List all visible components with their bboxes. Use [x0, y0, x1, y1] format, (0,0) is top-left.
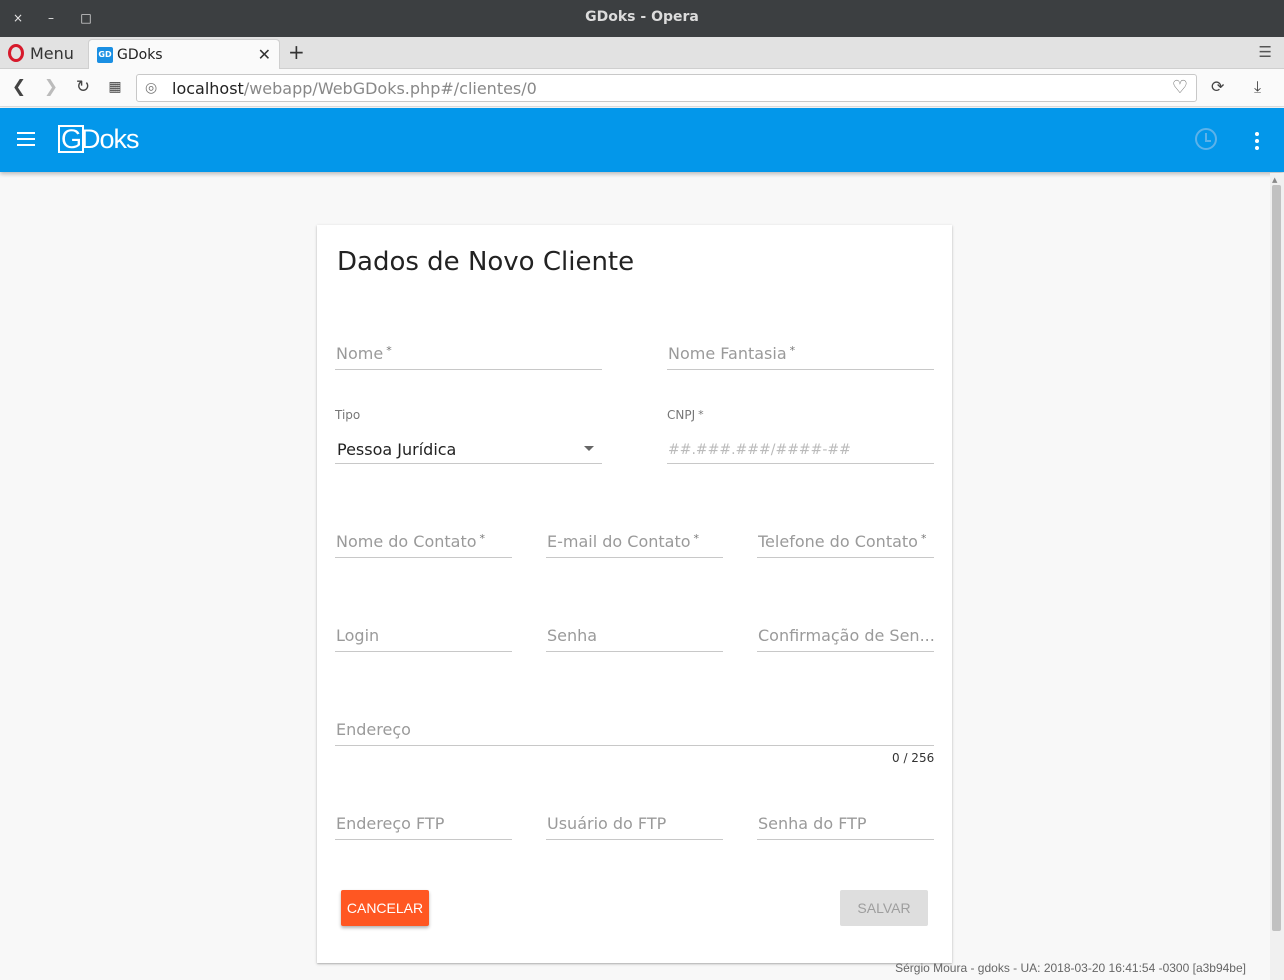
- gdoks-favicon-icon: GD: [97, 46, 113, 63]
- nome-placeholder: Nome: [336, 344, 384, 363]
- address-toolbar: ❮ ❯ ↻ ▦ ◎ localhost/webapp/WebGDoks.php#…: [0, 69, 1284, 107]
- client-form-card: Dados de Novo Cliente Nome * Nome Fantasi…: [317, 225, 952, 963]
- window-titlebar: × – □ GDoks - Opera: [0, 0, 1284, 37]
- senha-placeholder: Senha: [547, 626, 598, 645]
- bookmark-heart-icon[interactable]: ♡: [1172, 77, 1188, 98]
- required-mark: *: [386, 344, 392, 357]
- download-icon[interactable]: ⤓: [1254, 77, 1261, 97]
- dropdown-arrow-icon: [584, 446, 594, 451]
- scrollbar-thumb[interactable]: [1272, 185, 1281, 931]
- senha-field[interactable]: Senha: [546, 622, 723, 652]
- opera-menu-button[interactable]: Menu: [8, 42, 74, 64]
- opera-menu-label: Menu: [30, 43, 74, 63]
- browser-tab-gdoks[interactable]: GD GDoks ✕: [88, 39, 280, 69]
- cancel-button[interactable]: CANCELAR: [341, 890, 429, 926]
- save-button[interactable]: SALVAR: [840, 890, 928, 926]
- nome-fantasia-field[interactable]: Nome Fantasia *: [667, 340, 934, 370]
- usuario-ftp-field[interactable]: Usuário do FTP: [546, 810, 723, 840]
- tab-strip: Menu GD GDoks ✕ + ☰: [0, 37, 1284, 69]
- nome-field[interactable]: Nome *: [335, 340, 602, 370]
- window-title: GDoks - Opera: [585, 9, 699, 25]
- endereco-char-counter: 0 / 256: [892, 751, 935, 765]
- login-field[interactable]: Login: [335, 622, 512, 652]
- back-button[interactable]: ❮: [8, 77, 30, 97]
- forward-button[interactable]: ❯: [40, 77, 62, 97]
- gdoks-logo: GDoks: [58, 124, 140, 155]
- footer-status: Sérgio Moura - gdoks - UA: 2018-03-20 16…: [895, 961, 1246, 975]
- tipo-label: Tipo: [335, 408, 361, 422]
- nome-fantasia-placeholder: Nome Fantasia: [668, 344, 787, 363]
- speed-dial-icon[interactable]: ▦: [104, 79, 126, 95]
- url-text: localhost/webapp/WebGDoks.php#/clientes/…: [172, 79, 537, 98]
- required-mark: *: [698, 408, 704, 421]
- required-mark: *: [479, 532, 486, 545]
- cnpj-field[interactable]: CNPJ * ##.###.###/####-##: [667, 408, 934, 464]
- tab-close-icon[interactable]: ✕: [258, 45, 271, 64]
- required-mark: *: [693, 532, 700, 545]
- email-contato-placeholder: E-mail do Contato: [547, 532, 691, 551]
- reload-button[interactable]: ↻: [72, 77, 94, 97]
- endereco-placeholder: Endereço: [336, 720, 411, 739]
- history-icon[interactable]: [1195, 128, 1217, 150]
- new-tab-button[interactable]: +: [288, 40, 305, 64]
- telefone-contato-field[interactable]: Telefone do Contato *: [757, 528, 934, 558]
- opera-logo-icon: [8, 44, 24, 62]
- nome-contato-field[interactable]: Nome do Contato *: [335, 528, 512, 558]
- app-toolbar: GDoks: [0, 108, 1284, 172]
- tab-menu-icon[interactable]: ☰: [1259, 43, 1272, 61]
- required-mark: *: [789, 344, 796, 357]
- tipo-select[interactable]: Tipo Pessoa Jurídica: [335, 408, 602, 464]
- more-vert-icon[interactable]: [1255, 132, 1259, 153]
- tipo-value: Pessoa Jurídica: [337, 440, 457, 459]
- confirmacao-senha-field[interactable]: Confirmação de Sen...: [757, 622, 935, 652]
- cnpj-label: CNPJ: [667, 408, 696, 422]
- url-bar[interactable]: ◎ localhost/webapp/WebGDoks.php#/cliente…: [136, 74, 1197, 102]
- senha-ftp-placeholder: Senha do FTP: [758, 814, 867, 833]
- senha-ftp-field[interactable]: Senha do FTP: [757, 810, 934, 840]
- page-title: Dados de Novo Cliente: [337, 247, 635, 277]
- tab-title: GDoks: [117, 46, 163, 63]
- confirmacao-senha-placeholder: Confirmação de Sen...: [758, 626, 935, 645]
- menu-icon[interactable]: [17, 132, 35, 150]
- sync-icon[interactable]: ⟳: [1211, 77, 1224, 96]
- nome-contato-placeholder: Nome do Contato: [336, 532, 477, 551]
- telefone-contato-placeholder: Telefone do Contato: [758, 532, 918, 551]
- scroll-up-icon[interactable]: ▲: [1272, 176, 1277, 184]
- globe-icon: ◎: [145, 80, 158, 96]
- email-contato-field[interactable]: E-mail do Contato *: [546, 528, 723, 558]
- endereco-ftp-placeholder: Endereço FTP: [336, 814, 445, 833]
- required-mark: *: [920, 532, 927, 545]
- endereco-ftp-field[interactable]: Endereço FTP: [335, 810, 512, 840]
- login-placeholder: Login: [336, 626, 380, 645]
- cnpj-mask: ##.###.###/####-##: [668, 442, 851, 458]
- usuario-ftp-placeholder: Usuário do FTP: [547, 814, 667, 833]
- endereco-textarea[interactable]: Endereço: [335, 716, 934, 746]
